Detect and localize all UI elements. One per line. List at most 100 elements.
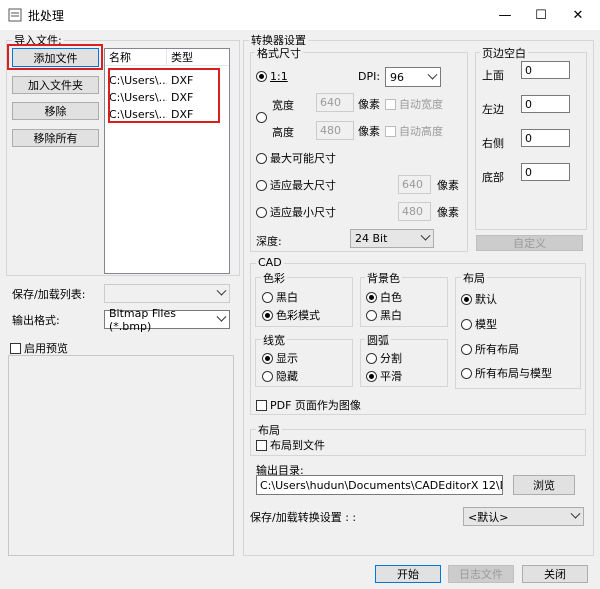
arc-split-radio[interactable] bbox=[366, 352, 377, 364]
color-bw-radio[interactable] bbox=[262, 291, 273, 303]
dpi-label: DPI: bbox=[358, 70, 381, 83]
color-mode-option[interactable]: 色彩模式 bbox=[262, 307, 320, 323]
margin-left-input[interactable]: 0 bbox=[521, 95, 570, 113]
save-load-list-select[interactable] bbox=[104, 284, 230, 303]
margin-bottom-input[interactable]: 0 bbox=[521, 163, 570, 181]
pdf-as-image-checkbox[interactable] bbox=[256, 399, 267, 411]
auto-height-option[interactable]: 自动高度 bbox=[385, 123, 443, 139]
layout-section-title: 布局 bbox=[256, 422, 282, 438]
chevron-down-icon bbox=[427, 69, 438, 80]
lineweight-hide-option[interactable]: 隐藏 bbox=[262, 368, 298, 384]
fit-min-label: 适应最小尺寸 bbox=[270, 206, 336, 219]
color-bw-option[interactable]: 黑白 bbox=[262, 289, 298, 305]
browse-button[interactable]: 浏览 bbox=[513, 475, 575, 495]
depth-select[interactable]: 24 Bit bbox=[350, 229, 434, 248]
layout-default-radio[interactable] bbox=[461, 293, 472, 305]
width-label: 宽度 bbox=[272, 99, 294, 112]
layout-to-file-option[interactable]: 布局到文件 bbox=[256, 437, 325, 453]
background-title: 背景色 bbox=[365, 270, 402, 286]
column-header-type[interactable]: 类型 bbox=[167, 49, 193, 65]
fit-max-label: 适应最大尺寸 bbox=[270, 179, 336, 192]
remove-button[interactable]: 移除 bbox=[12, 102, 99, 120]
layout-default-option[interactable]: 默认 bbox=[461, 291, 497, 307]
close-window-button[interactable]: ✕ bbox=[560, 0, 596, 30]
fit-max-option[interactable]: 适应最大尺寸 bbox=[256, 177, 336, 193]
color-mode-radio[interactable] bbox=[262, 309, 273, 321]
ratio-radio[interactable] bbox=[256, 71, 267, 82]
bg-white-label: 白色 bbox=[380, 291, 402, 304]
layout-all-option[interactable]: 所有布局 bbox=[461, 341, 519, 357]
height-unit: 像素 bbox=[358, 125, 380, 138]
bg-white-radio[interactable] bbox=[366, 291, 377, 303]
save-load-settings-select[interactable]: <默认> bbox=[463, 507, 584, 526]
width-input[interactable]: 640 bbox=[316, 93, 354, 112]
height-label: 高度 bbox=[272, 126, 294, 139]
layout-model-radio[interactable] bbox=[461, 318, 472, 330]
lineweight-show-option[interactable]: 显示 bbox=[262, 350, 298, 366]
custom-size-radio[interactable] bbox=[256, 111, 267, 123]
layout-all-model-radio[interactable] bbox=[461, 367, 472, 379]
layout-model-option[interactable]: 模型 bbox=[461, 316, 497, 332]
pdf-as-image-option[interactable]: PDF 页面作为图像 bbox=[256, 397, 361, 413]
color-title: 色彩 bbox=[261, 270, 287, 286]
height-input[interactable]: 480 bbox=[316, 121, 354, 140]
add-file-button[interactable]: 添加文件 bbox=[12, 48, 99, 67]
ratio-option[interactable]: 1:1 bbox=[256, 70, 288, 83]
color-mode-label: 色彩模式 bbox=[276, 309, 320, 322]
max-size-option[interactable]: 最大可能尺寸 bbox=[256, 150, 336, 166]
lineweight-hide-radio[interactable] bbox=[262, 370, 273, 382]
arc-title: 圆弧 bbox=[365, 332, 391, 348]
column-header-name[interactable]: 名称 bbox=[105, 49, 167, 65]
bg-white-option[interactable]: 白色 bbox=[366, 289, 402, 305]
fit-min-radio[interactable] bbox=[256, 206, 267, 218]
remove-all-button[interactable]: 移除所有 bbox=[12, 129, 99, 147]
fit-min-input[interactable]: 480 bbox=[398, 202, 431, 221]
layout-model-label: 模型 bbox=[475, 318, 497, 331]
fit-max-radio[interactable] bbox=[256, 179, 267, 191]
window-title: 批处理 bbox=[28, 9, 65, 23]
layout-all-radio[interactable] bbox=[461, 343, 472, 355]
layout-to-file-checkbox[interactable] bbox=[256, 439, 267, 451]
close-icon: ✕ bbox=[572, 7, 584, 23]
layout-to-file-label: 布局到文件 bbox=[270, 439, 325, 452]
chevron-down-icon bbox=[420, 230, 431, 241]
custom-margins-button[interactable]: 自定义 bbox=[476, 235, 583, 251]
depth-value: 24 Bit bbox=[355, 232, 388, 245]
maximize-button[interactable]: ☐ bbox=[523, 0, 559, 30]
depth-label: 深度: bbox=[256, 235, 282, 248]
auto-height-checkbox[interactable] bbox=[385, 125, 396, 137]
log-file-button[interactable]: 日志文件 bbox=[448, 565, 514, 583]
arc-smooth-option[interactable]: 平滑 bbox=[366, 368, 402, 384]
bg-black-radio[interactable] bbox=[366, 309, 377, 321]
cad-title: CAD bbox=[256, 256, 284, 269]
add-folder-button[interactable]: 加入文件夹 bbox=[12, 76, 99, 94]
auto-width-label: 自动宽度 bbox=[399, 98, 443, 111]
auto-width-option[interactable]: 自动宽度 bbox=[385, 96, 443, 112]
layout-all-model-label: 所有布局与模型 bbox=[475, 367, 552, 380]
dpi-select[interactable]: 96 bbox=[385, 67, 441, 87]
output-format-select[interactable]: Bitmap Files (*.bmp) bbox=[104, 307, 230, 333]
lineweight-show-radio[interactable] bbox=[262, 352, 273, 364]
file-list-header: 名称 类型 bbox=[105, 49, 229, 66]
enable-preview-option[interactable]: 启用预览 bbox=[10, 340, 68, 356]
arc-smooth-radio[interactable] bbox=[366, 370, 377, 382]
fit-max-input[interactable]: 640 bbox=[398, 175, 431, 194]
fit-max-unit: 像素 bbox=[437, 179, 459, 192]
output-dir-input[interactable]: C:\Users\hudun\Documents\CADEditorX 12\D… bbox=[256, 475, 503, 495]
auto-width-checkbox[interactable] bbox=[385, 98, 396, 110]
save-load-settings-value: <默认> bbox=[468, 510, 509, 524]
close-button[interactable]: 关闭 bbox=[522, 565, 588, 583]
enable-preview-checkbox[interactable] bbox=[10, 342, 21, 354]
auto-height-label: 自动高度 bbox=[399, 125, 443, 138]
max-size-radio[interactable] bbox=[256, 152, 267, 164]
lineweight-title: 线宽 bbox=[261, 332, 287, 348]
minimize-button[interactable]: — bbox=[487, 0, 523, 30]
enable-preview-label: 启用预览 bbox=[24, 342, 68, 355]
bg-black-option[interactable]: 黑白 bbox=[366, 307, 402, 323]
margin-top-input[interactable]: 0 bbox=[521, 61, 570, 79]
start-button[interactable]: 开始 bbox=[375, 565, 441, 583]
layout-all-model-option[interactable]: 所有布局与模型 bbox=[461, 365, 552, 381]
arc-split-option[interactable]: 分割 bbox=[366, 350, 402, 366]
margin-right-input[interactable]: 0 bbox=[521, 129, 570, 147]
fit-min-option[interactable]: 适应最小尺寸 bbox=[256, 204, 336, 220]
